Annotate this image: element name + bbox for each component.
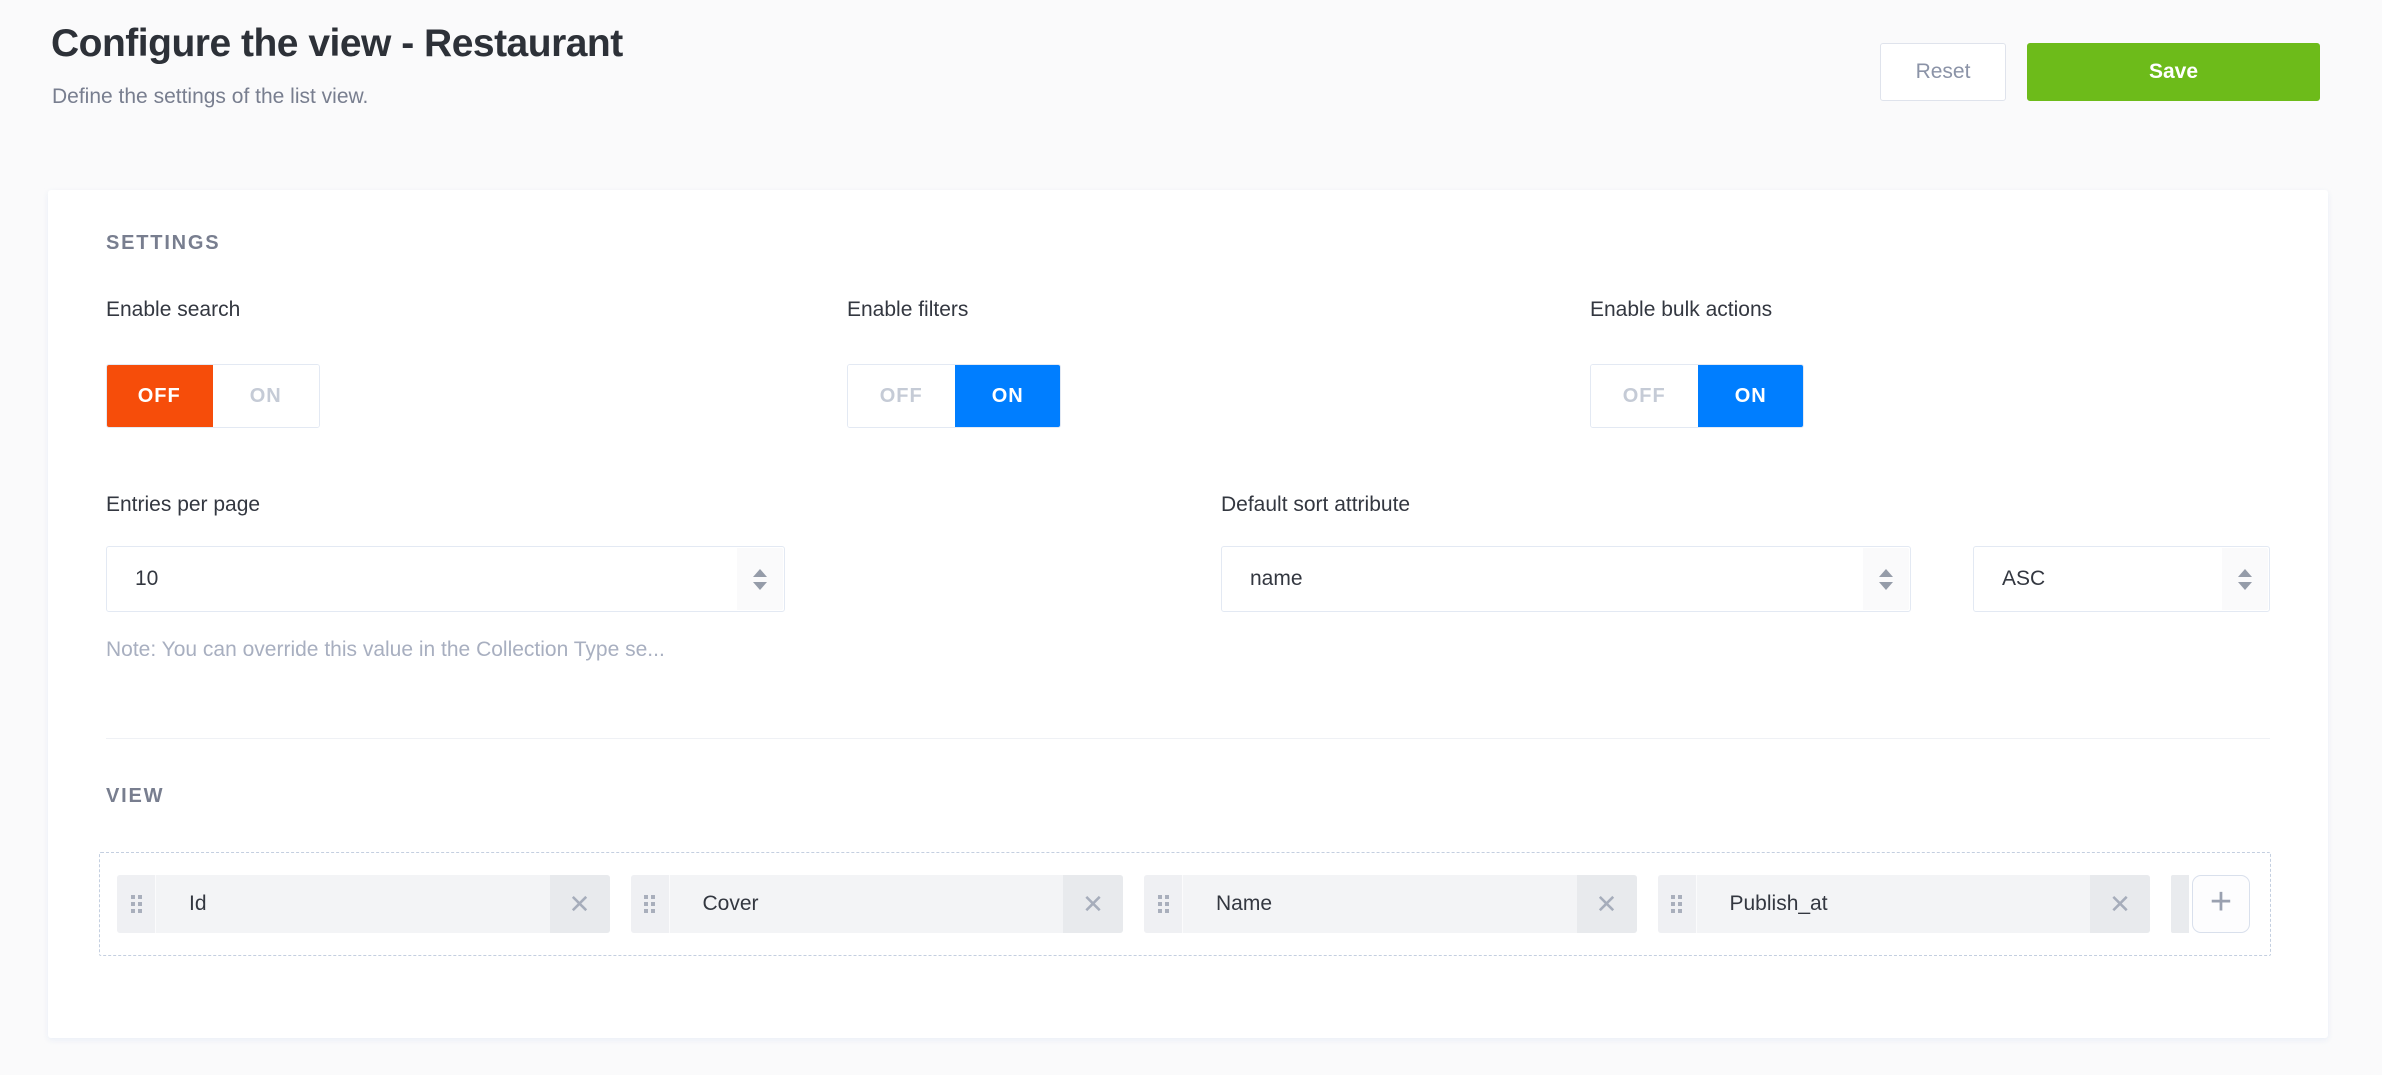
drag-handle-icon[interactable] [1144,875,1183,933]
enable-filters-on-button[interactable]: ON [955,364,1062,428]
drag-dots-icon [1158,895,1169,913]
field-chip-label: Publish_at [1697,875,2091,933]
reset-button[interactable]: Reset [1880,43,2006,101]
save-button[interactable]: Save [2027,43,2320,101]
page-title: Configure the view - Restaurant [51,22,623,66]
drag-handle-icon[interactable] [631,875,670,933]
drag-handle-icon[interactable] [1658,875,1697,933]
remove-field-icon[interactable]: ✕ [1577,875,1637,933]
arrow-down-icon [753,582,767,590]
select-spinner-icon [1863,548,1909,610]
drag-handle-icon[interactable] [117,875,156,933]
enable-bulk-actions-off-button[interactable]: OFF [1591,365,1698,427]
drag-dots-icon [1671,895,1682,913]
enable-bulk-actions-toggle[interactable]: OFF ON [1590,364,1804,428]
view-fields-dropzone: Id ✕ Cover ✕ Name ✕ Publish_at ✕ [99,852,2271,956]
entries-per-page-value: 10 [135,567,158,591]
entries-per-page-select[interactable]: 10 [106,546,785,612]
sort-order-value: ASC [2002,567,2045,591]
field-chip-id[interactable]: Id ✕ [117,875,610,933]
enable-filters-off-button[interactable]: OFF [848,365,955,427]
default-sort-attribute-value: name [1250,567,1303,591]
field-chip-label: Id [156,875,550,933]
view-section-title: VIEW [106,785,164,808]
enable-search-toggle[interactable]: OFF ON [106,364,320,428]
enable-search-off-button[interactable]: OFF [106,364,213,428]
select-spinner-icon [737,548,783,610]
settings-section-title: SETTINGS [106,232,220,255]
entries-per-page-note: Note: You can override this value in the… [106,638,665,662]
field-chip-cover[interactable]: Cover ✕ [631,875,1124,933]
enable-search-label: Enable search [106,298,240,322]
section-divider [106,738,2270,739]
enable-bulk-actions-label: Enable bulk actions [1590,298,1772,322]
drag-dots-icon [131,895,142,913]
add-field-strip [2171,875,2189,933]
add-field-button[interactable]: + [2192,875,2250,933]
field-chip-name[interactable]: Name ✕ [1144,875,1637,933]
field-chip-label: Cover [670,875,1064,933]
enable-filters-toggle[interactable]: OFF ON [847,364,1061,428]
sort-order-select[interactable]: ASC [1973,546,2270,612]
page-subtitle: Define the settings of the list view. [52,85,368,109]
arrow-down-icon [2238,582,2252,590]
remove-field-icon[interactable]: ✕ [550,875,610,933]
remove-field-icon[interactable]: ✕ [1063,875,1123,933]
field-chip-label: Name [1183,875,1577,933]
arrow-up-icon [2238,569,2252,577]
default-sort-attribute-select[interactable]: name [1221,546,1911,612]
drag-dots-icon [644,895,655,913]
arrow-up-icon [753,569,767,577]
field-chip-publish-at[interactable]: Publish_at ✕ [1658,875,2151,933]
remove-field-icon[interactable]: ✕ [2090,875,2150,933]
add-field-group: + [2171,875,2250,933]
settings-card: SETTINGS Enable search Enable filters En… [48,190,2328,1038]
arrow-down-icon [1879,582,1893,590]
arrow-up-icon [1879,569,1893,577]
enable-bulk-actions-on-button[interactable]: ON [1698,364,1805,428]
default-sort-attribute-label: Default sort attribute [1221,493,1410,517]
enable-filters-label: Enable filters [847,298,968,322]
select-spinner-icon [2222,548,2268,610]
entries-per-page-label: Entries per page [106,493,260,517]
enable-search-on-button[interactable]: ON [213,365,320,427]
